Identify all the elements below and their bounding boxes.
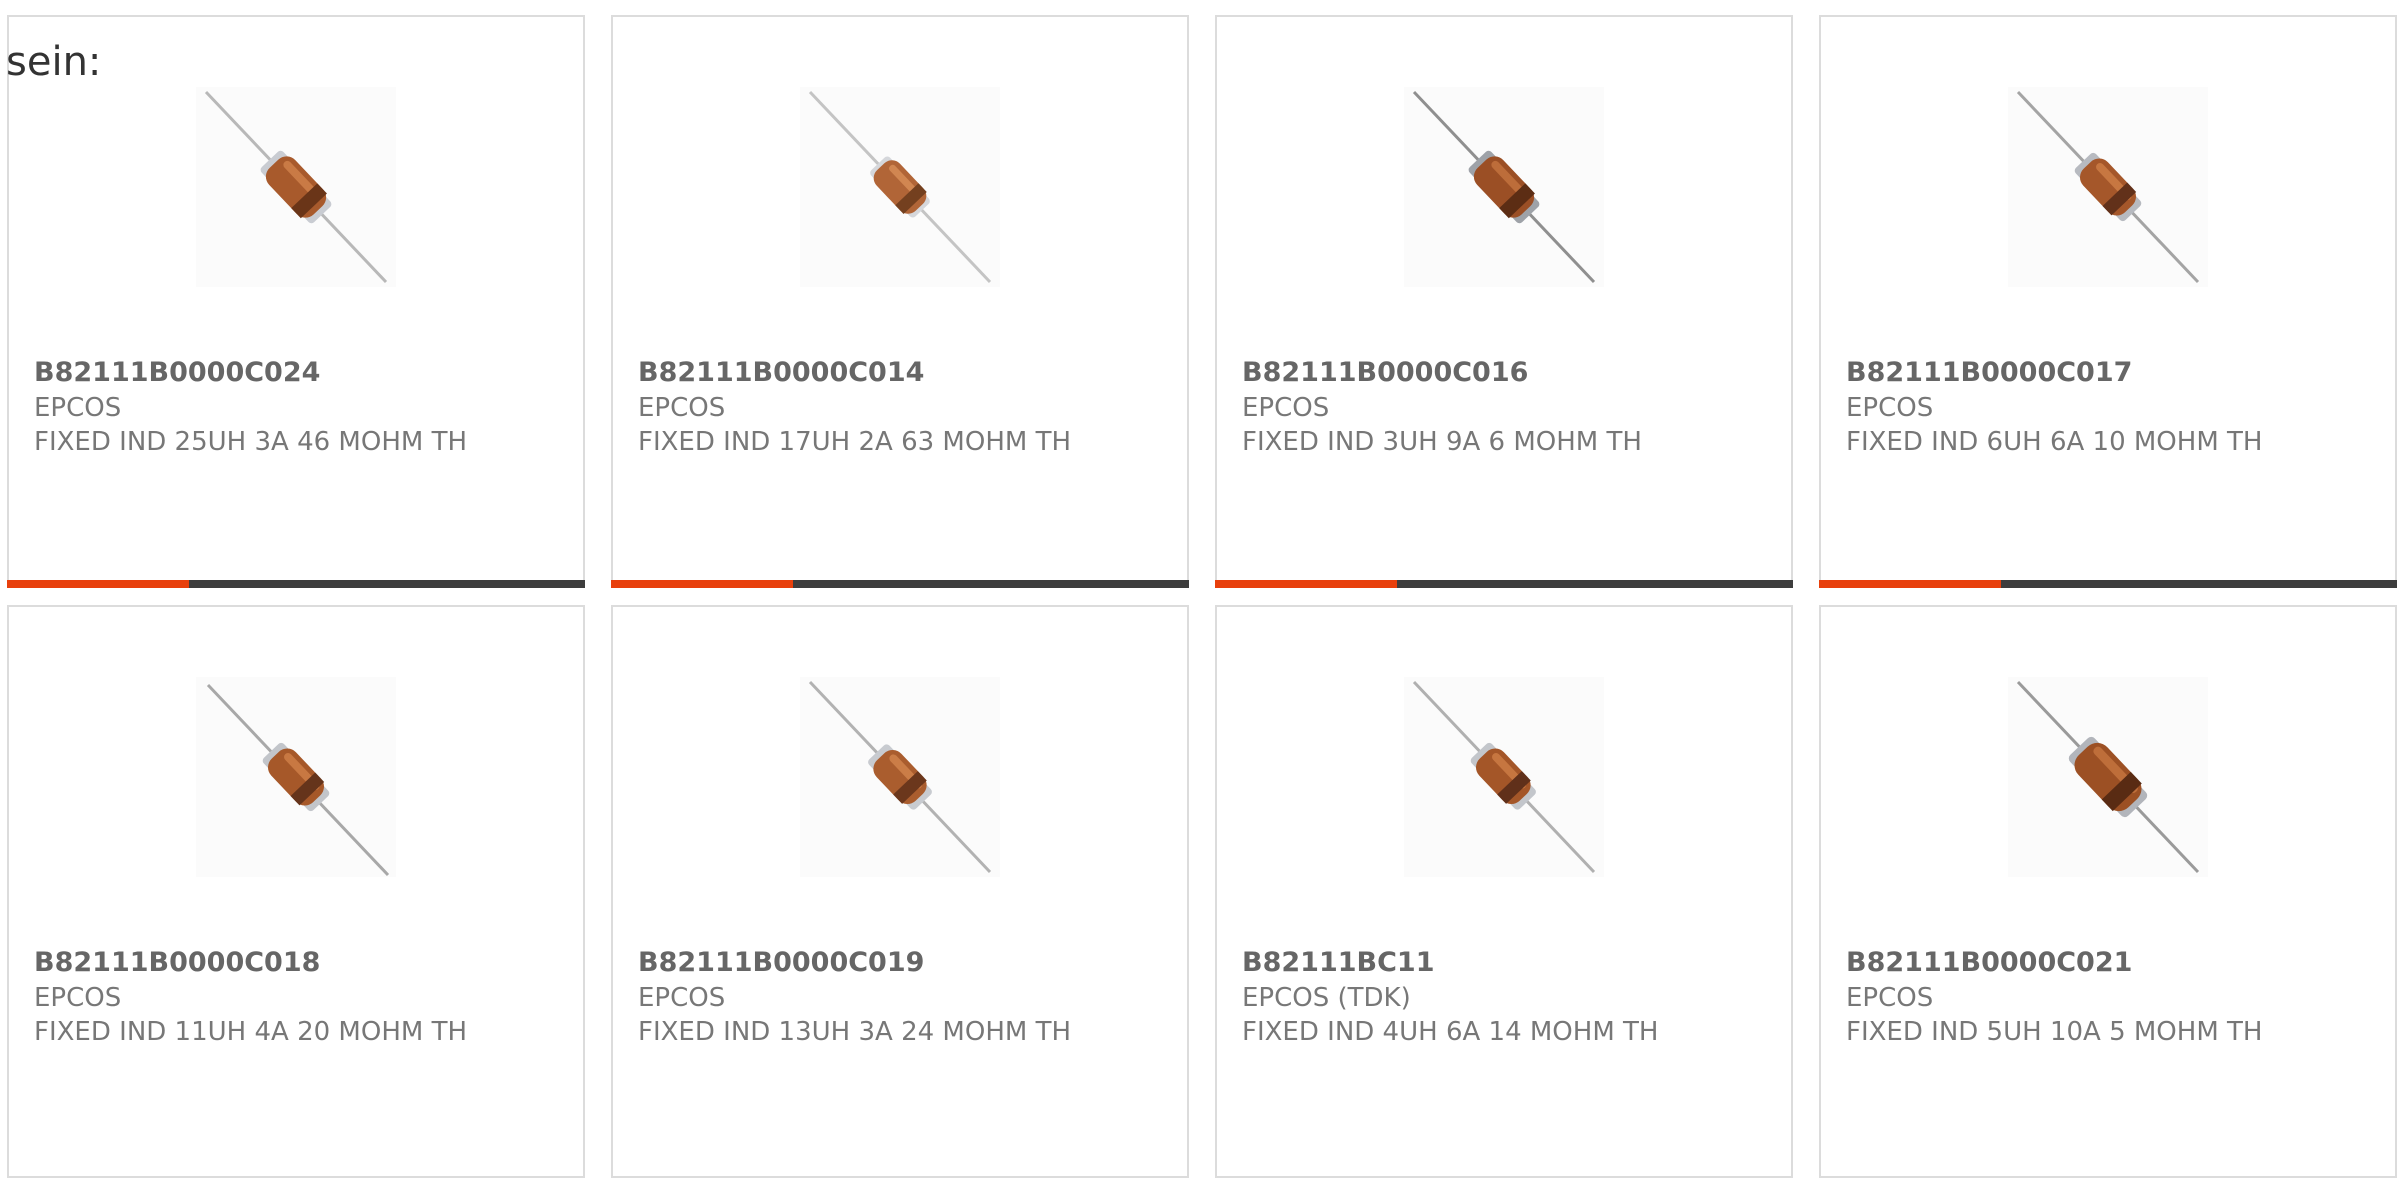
product-card[interactable]: B82111BC11 EPCOS (TDK) FIXED IND 4UH 6A …	[1215, 605, 1793, 1178]
axial-inductor-icon[interactable]	[800, 677, 1000, 877]
part-number[interactable]: B82111B0000C018	[34, 947, 320, 978]
axial-inductor-icon[interactable]	[196, 87, 396, 287]
manufacturer: EPCOS	[34, 983, 122, 1013]
manufacturer: EPCOS	[34, 393, 122, 423]
axial-inductor-icon[interactable]	[1404, 87, 1604, 287]
part-number[interactable]: B82111B0000C016	[1242, 357, 1528, 388]
product-description: FIXED IND 4UH 6A 14 MOHM TH	[1242, 1017, 1659, 1047]
part-number[interactable]: B82111BC11	[1242, 947, 1434, 978]
part-number[interactable]: B82111B0000C017	[1846, 357, 2132, 388]
product-description: FIXED IND 17UH 2A 63 MOHM TH	[638, 427, 1071, 457]
card-accent-bar	[611, 580, 1189, 588]
product-description: FIXED IND 11UH 4A 20 MOHM TH	[34, 1017, 467, 1047]
card-accent-fill	[7, 580, 190, 588]
product-grid: B82111B0000C024 EPCOS FIXED IND 25UH 3A …	[0, 0, 2400, 1178]
card-accent-bar	[1215, 580, 1793, 588]
axial-inductor-icon[interactable]	[800, 87, 1000, 287]
card-accent-fill	[1215, 580, 1398, 588]
part-number[interactable]: B82111B0000C024	[34, 357, 320, 388]
section-heading: sein:	[6, 39, 102, 85]
product-card[interactable]: B82111B0000C016 EPCOS FIXED IND 3UH 9A 6…	[1215, 15, 1793, 588]
product-description: FIXED IND 25UH 3A 46 MOHM TH	[34, 427, 467, 457]
manufacturer: EPCOS	[638, 393, 726, 423]
part-number[interactable]: B82111B0000C021	[1846, 947, 2132, 978]
manufacturer: EPCOS	[1242, 393, 1330, 423]
product-card[interactable]: B82111B0000C019 EPCOS FIXED IND 13UH 3A …	[611, 605, 1189, 1178]
card-accent-fill	[1819, 580, 2002, 588]
manufacturer: EPCOS	[1846, 393, 1934, 423]
product-description: FIXED IND 5UH 10A 5 MOHM TH	[1846, 1017, 2263, 1047]
product-description: FIXED IND 3UH 9A 6 MOHM TH	[1242, 427, 1642, 457]
product-card[interactable]: B82111B0000C014 EPCOS FIXED IND 17UH 2A …	[611, 15, 1189, 588]
product-description: FIXED IND 6UH 6A 10 MOHM TH	[1846, 427, 2263, 457]
product-description: FIXED IND 13UH 3A 24 MOHM TH	[638, 1017, 1071, 1047]
product-card[interactable]: B82111B0000C024 EPCOS FIXED IND 25UH 3A …	[7, 15, 585, 588]
card-accent-fill	[611, 580, 794, 588]
axial-inductor-icon[interactable]	[1404, 677, 1604, 877]
product-card[interactable]: B82111B0000C017 EPCOS FIXED IND 6UH 6A 1…	[1819, 15, 2397, 588]
manufacturer: EPCOS	[638, 983, 726, 1013]
card-accent-bar	[1819, 580, 2397, 588]
axial-inductor-icon[interactable]	[2008, 87, 2208, 287]
part-number[interactable]: B82111B0000C014	[638, 357, 924, 388]
axial-inductor-icon[interactable]	[196, 677, 396, 877]
manufacturer: EPCOS	[1846, 983, 1934, 1013]
product-card[interactable]: B82111B0000C018 EPCOS FIXED IND 11UH 4A …	[7, 605, 585, 1178]
part-number[interactable]: B82111B0000C019	[638, 947, 924, 978]
product-card[interactable]: B82111B0000C021 EPCOS FIXED IND 5UH 10A …	[1819, 605, 2397, 1178]
card-accent-bar	[7, 580, 585, 588]
manufacturer: EPCOS (TDK)	[1242, 983, 1411, 1013]
axial-inductor-icon[interactable]	[2008, 677, 2208, 877]
